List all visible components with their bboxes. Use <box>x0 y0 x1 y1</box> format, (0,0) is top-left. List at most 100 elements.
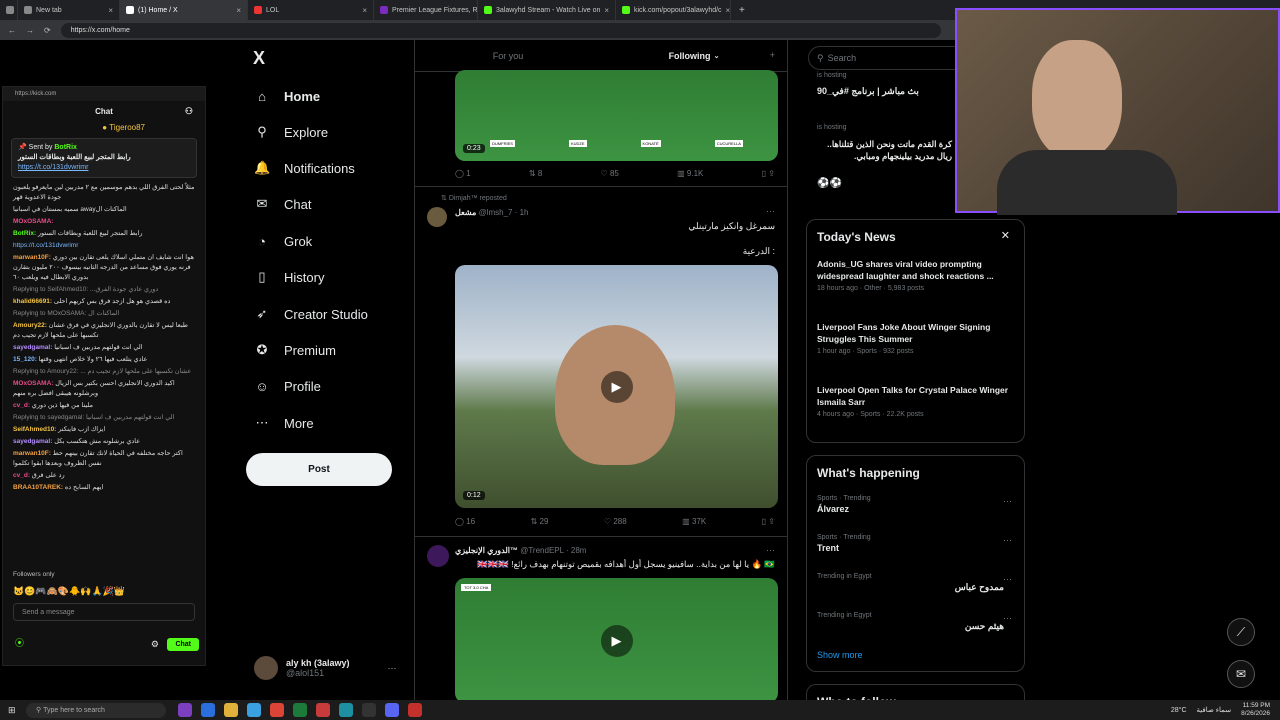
app-icon[interactable] <box>362 703 376 717</box>
chat-send-button[interactable]: Chat <box>167 638 199 651</box>
more-icon[interactable]: ⋯ <box>1003 496 1012 507</box>
gear-icon[interactable]: ⚙ <box>151 639 159 650</box>
app-icon[interactable] <box>339 703 353 717</box>
close-tab-icon[interactable]: × <box>726 6 730 15</box>
browser-tab[interactable]: LOL × <box>248 0 374 20</box>
browser-tab[interactable]: (1) Home / X × <box>120 0 248 20</box>
post-video[interactable]: TOT 3-0 CHA ▶ <box>455 578 778 700</box>
nav-more[interactable]: ⋯ More <box>254 411 314 435</box>
live-description[interactable]: كرة القدم ماتت ونحن الذين قتلناها.. ريال… <box>817 138 952 162</box>
app-icon[interactable] <box>178 703 192 717</box>
show-more-link[interactable]: Show more <box>817 650 863 660</box>
app-icon[interactable] <box>201 703 215 717</box>
tab-favicon-icon <box>622 6 630 14</box>
account-switcher[interactable]: aly kh (3alawy) @alol151 ⋯ <box>254 656 397 680</box>
post-author: مشعل @lmsh_7 · 1h <box>455 208 529 217</box>
post-video[interactable]: DUMFRIES KUDZE KONATÉ CUCURELLA 0:23 <box>455 70 778 161</box>
reply-icon: ◯ <box>455 517 467 526</box>
app-icon[interactable] <box>293 703 307 717</box>
close-tab-icon[interactable]: × <box>236 6 241 15</box>
close-icon[interactable]: ✕ <box>1001 229 1010 242</box>
browser-tab[interactable]: kick.com/popout/3alawyhd/c × <box>616 0 731 20</box>
tab-favicon-icon <box>126 6 134 14</box>
browser-tab[interactable] <box>0 0 18 20</box>
more-icon[interactable]: ⋯ <box>1003 613 1012 624</box>
close-tab-icon[interactable]: × <box>362 6 367 15</box>
chat-message: Amoury22: طبعا ليس لا تقارن بالدوري الان… <box>13 322 188 339</box>
nav-profile[interactable]: ☺ Profile <box>254 374 321 398</box>
trend-item[interactable]: Sports · Trending Trent ⋯ <box>807 529 1024 568</box>
post-video[interactable]: ▶ 0:12 <box>455 265 778 508</box>
browser-tab[interactable]: New tab × <box>18 0 120 20</box>
app-icon[interactable] <box>247 703 261 717</box>
url-field[interactable]: https://x.com/home <box>60 22 941 38</box>
more-icon[interactable]: ⋯ <box>1003 574 1012 585</box>
nav-notifications[interactable]: 🔔 Notifications <box>254 156 355 180</box>
todays-news-card: Today's News ✕ Adonis_UG shares viral vi… <box>806 219 1025 443</box>
nav-premium[interactable]: ✪ Premium <box>254 338 336 362</box>
more-icon[interactable]: ⋯ <box>1003 535 1012 546</box>
play-icon[interactable]: ▶ <box>600 624 633 657</box>
nav-home[interactable]: ⌂ Home <box>254 84 320 108</box>
bookmark-icon[interactable]: ▯ ⇪ <box>762 517 775 526</box>
trend-item[interactable]: Sports · Trending Álvarez ⋯ <box>807 490 1024 529</box>
followers-only-label: Followers only <box>13 571 55 578</box>
more-icon[interactable]: ⋯ <box>766 206 775 217</box>
close-tab-icon[interactable]: × <box>108 6 113 15</box>
app-icon[interactable] <box>408 703 422 717</box>
nav-chat[interactable]: ✉ Chat <box>254 192 312 216</box>
grok-icon[interactable]: ⟋ <box>1227 618 1255 646</box>
chrome-icon[interactable] <box>270 703 284 717</box>
more-icon[interactable]: ⋯ <box>766 545 775 556</box>
chat-message: cv_d: ملينا من فيها ذين دوري <box>13 402 93 409</box>
plus-icon[interactable]: + <box>770 50 775 60</box>
new-tab-icon[interactable]: + <box>731 5 753 16</box>
tab-for-you[interactable]: For you <box>415 40 601 71</box>
forward-icon[interactable]: → <box>26 26 34 35</box>
news-item[interactable]: Liverpool Fans Joke About Winger Signing… <box>807 317 1024 380</box>
views-icon: ▥ <box>677 169 687 178</box>
chat-message: BRAA10TAREK: ايهم السابح ده <box>13 484 104 491</box>
browser-tab[interactable]: Premier League Fixtures, Results &× <box>374 0 478 20</box>
post-text: الدرعية : <box>742 246 775 256</box>
search-input[interactable]: ⚲ Search <box>808 46 968 70</box>
chat-message: khalid66691: ده قصدي هو هل ازجد فرق بس ك… <box>13 298 171 305</box>
app-icon[interactable] <box>316 703 330 717</box>
trend-item[interactable]: Trending in Egypt هيثم حسن ⋯ <box>807 607 1024 646</box>
discord-icon[interactable] <box>385 703 399 717</box>
x-logo[interactable]: X <box>253 48 265 69</box>
post-actions: ◯ 16 ⇅ 29 ♡ 288 ▥ 37K ▯ ⇪ <box>455 517 775 526</box>
emote-row[interactable]: 🐱😊🎮🙈🎨🐥🙌🙏🎉👑 <box>3 582 205 601</box>
message-icon[interactable]: ✉ <box>1227 660 1255 688</box>
weather-text: سماء صافية <box>1196 707 1232 714</box>
avatar[interactable] <box>427 545 449 567</box>
news-item[interactable]: Liverpool Open Talks for Crystal Palace … <box>807 380 1024 443</box>
live-title[interactable]: بث مباشر | برنامج #في_90 <box>817 86 919 97</box>
clock[interactable]: 11:59 PM 8/26/2026 <box>1241 702 1270 718</box>
back-icon[interactable]: ← <box>8 26 16 35</box>
windows-start-icon[interactable]: ⊞ <box>8 705 16 716</box>
chat-input[interactable]: Send a message <box>13 603 195 621</box>
users-icon[interactable]: ⚇ <box>185 106 193 117</box>
tab-following[interactable]: Following ⌄ <box>601 40 787 71</box>
bookmark-icon[interactable]: ▯ ⇪ <box>762 169 775 178</box>
nav-history[interactable]: ▯ History <box>254 265 324 289</box>
folder-icon[interactable] <box>224 703 238 717</box>
weather-temp[interactable]: 28°C <box>1171 707 1187 714</box>
avatar[interactable] <box>427 207 447 227</box>
news-item[interactable]: Adonis_UG shares viral video prompting w… <box>807 254 1024 317</box>
player-lineup: DUMFRIES KUDZE KONATÉ CUCURELLA <box>490 140 743 147</box>
close-tab-icon[interactable]: × <box>604 6 609 15</box>
play-icon[interactable]: ▶ <box>600 370 633 403</box>
reload-icon[interactable]: ⟳ <box>44 26 51 35</box>
feed-tabs: For you Following ⌄ + <box>415 40 787 72</box>
nav-explore[interactable]: ⚲ Explore <box>254 120 328 144</box>
nav-grok[interactable]: ◔ Grok <box>254 229 312 253</box>
nav-creator-studio[interactable]: ➶ Creator Studio <box>254 302 368 326</box>
more-icon[interactable]: ⋯ <box>388 663 397 674</box>
post-button[interactable]: Post <box>246 453 392 486</box>
pinned-link[interactable]: https://t.co/131dvwrimr <box>18 164 88 171</box>
trend-item[interactable]: Trending in Egypt ممدوح عباس ⋯ <box>807 568 1024 607</box>
browser-tab[interactable]: 3alawyhd Stream - Watch Live on × <box>478 0 616 20</box>
taskbar-search[interactable]: ⚲ Type here to search <box>26 702 166 718</box>
